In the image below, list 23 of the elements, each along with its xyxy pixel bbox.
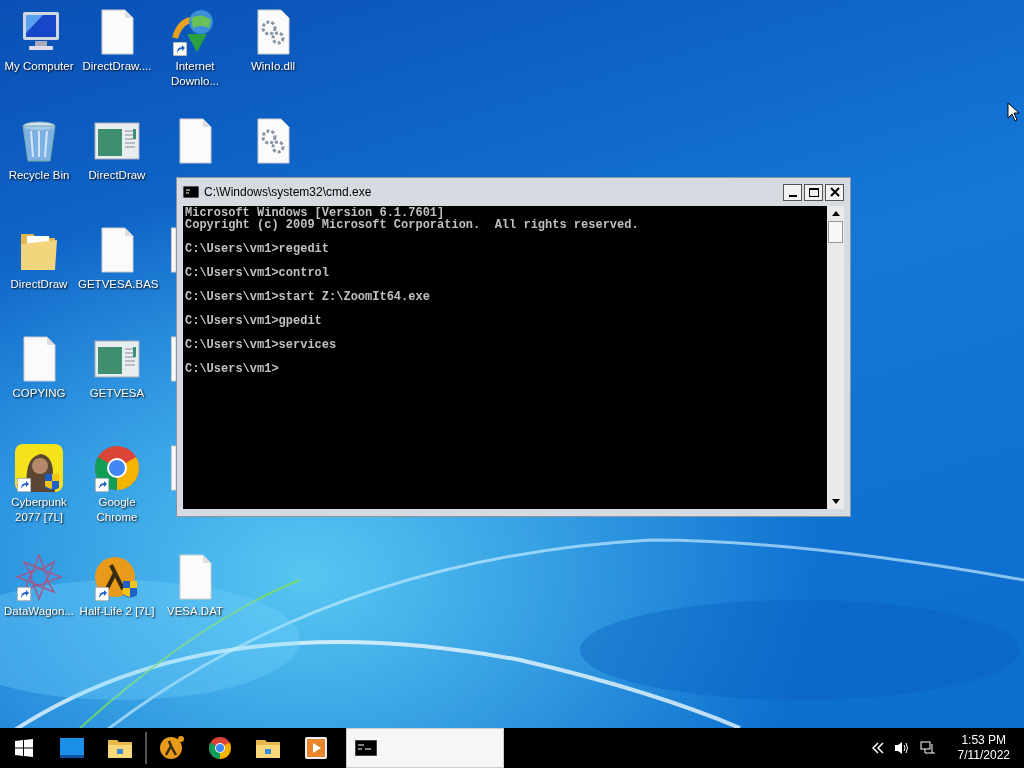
icon-label[interactable]: Recycle Bin xyxy=(0,168,78,183)
icon-label[interactable]: DirectDraw xyxy=(0,277,78,292)
icon-label[interactable]: My Computer xyxy=(0,59,78,74)
console-line: Microsoft Windows [Version 6.1.7601] xyxy=(185,207,445,219)
console-line: C:\Users\vm1>gpedit xyxy=(185,315,323,327)
icon-label[interactable]: DirectDraw.... xyxy=(78,59,156,74)
icon-label[interactable]: DirectDraw xyxy=(78,168,156,183)
icon-label[interactable]: Internet Downlo... xyxy=(156,59,234,89)
window-title: C:\Windows\system32\cmd.exe xyxy=(204,184,372,201)
icon-label[interactable]: WinIo.dll xyxy=(234,59,312,74)
icon-label[interactable]: COPYING xyxy=(0,386,78,401)
console-line: Copyright (c) 2009 Microsoft Corporation. All rights reserved. xyxy=(185,219,640,231)
console-line: C:\Users\vm1>control xyxy=(185,267,331,279)
console-line: C:\Users\vm1> xyxy=(185,363,280,375)
icon-label[interactable]: GETVESA xyxy=(78,386,156,401)
clock-time[interactable]: 1:53 PM xyxy=(961,733,1007,748)
icon-label[interactable]: GETVESA.BAS xyxy=(78,277,156,292)
clock-date[interactable]: 7/11/2022 xyxy=(957,748,1010,763)
icon-label[interactable]: Cyberpunk 2077 [7L] xyxy=(0,495,78,525)
console-line: C:\Users\vm1>services xyxy=(185,339,338,351)
console-line: C:\Users\vm1>regedit xyxy=(185,243,331,255)
console-line: C:\Users\vm1>start Z:\ZoomIt64.exe xyxy=(185,291,431,303)
icon-label[interactable]: Google Chrome xyxy=(78,495,156,525)
